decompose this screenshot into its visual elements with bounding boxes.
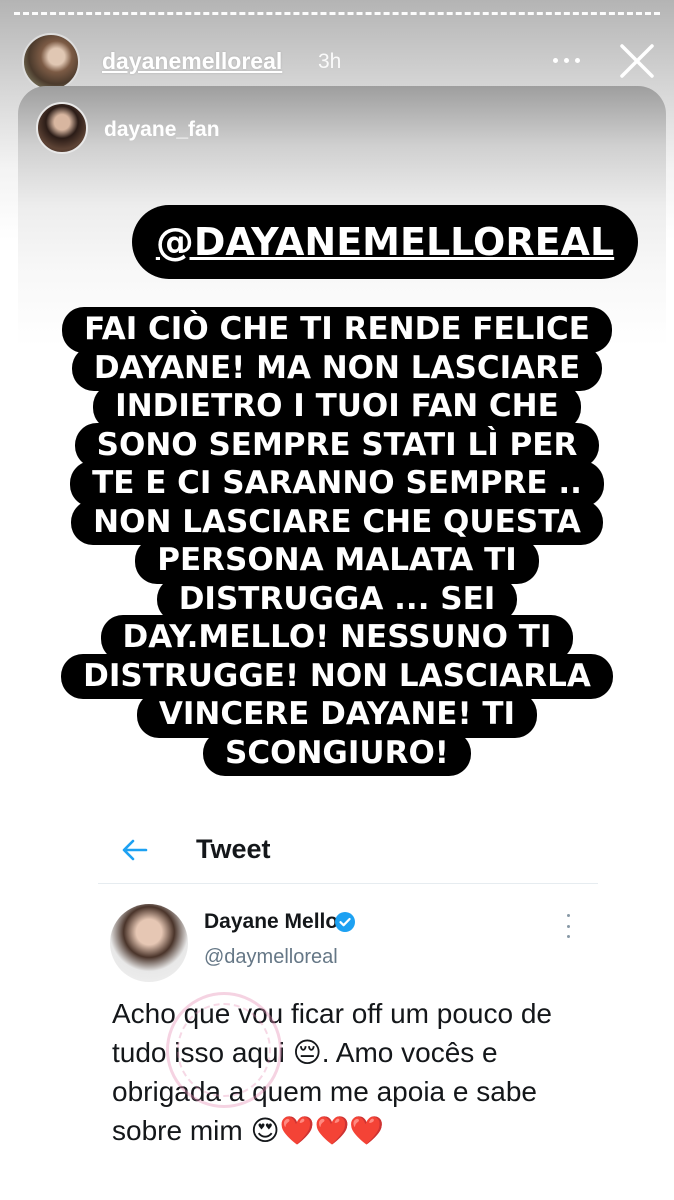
more-vertical-icon[interactable] [564,914,572,938]
tweet-author-name[interactable]: Dayane Mello [204,910,338,934]
more-horizontal-icon[interactable] [548,50,584,70]
close-icon[interactable] [616,40,658,82]
watermark-seal [166,992,282,1108]
tweet-header: Tweet [98,818,598,884]
story-username[interactable]: dayanemelloreal [102,48,282,75]
verified-badge-icon [335,912,355,932]
story-header: dayanemelloreal 3h [0,30,674,92]
avatar[interactable] [22,33,80,91]
reposted-avatar[interactable] [36,102,88,154]
story-progress-bar [14,12,660,15]
message-line: SCONGIURO! [203,730,471,776]
instagram-story: dayanemelloreal 3h dayane_fan @DAYANEMEL… [0,0,674,1200]
tweet-title: Tweet [196,834,271,864]
story-timestamp: 3h [318,50,342,73]
mention-sticker[interactable]: @DAYANEMELLOREAL [132,205,638,279]
tweet-screenshot: Tweet Dayane Mello @daymelloreal Acho qu… [98,818,598,1148]
mention-text: @DAYANEMELLOREAL [155,220,615,264]
back-arrow-icon[interactable] [120,835,150,865]
reposted-username[interactable]: dayane_fan [104,118,220,142]
story-message: FAI CIÒ CHE TI RENDE FELICE DAYANE! MA N… [0,307,674,776]
tweet-author-handle[interactable]: @daymelloreal [204,946,338,969]
tweet-avatar[interactable] [110,904,188,982]
